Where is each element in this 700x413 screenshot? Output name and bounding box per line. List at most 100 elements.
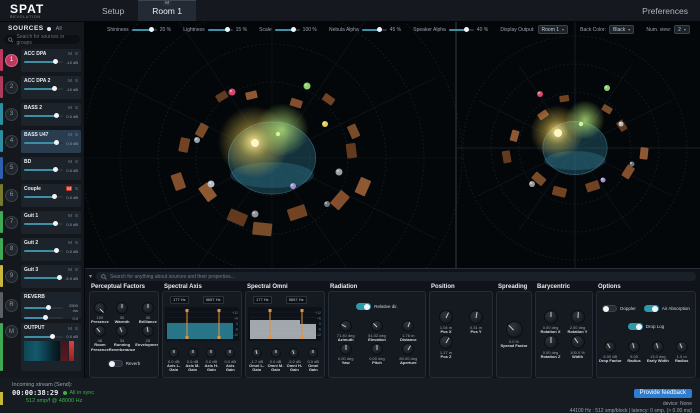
slider-thumb[interactable] <box>53 59 58 64</box>
knob-dial-pitch[interactable] <box>371 343 383 355</box>
speaker-box[interactable] <box>639 147 648 160</box>
speaker-box[interactable] <box>330 190 350 211</box>
source-gain-slider[interactable] <box>24 142 63 144</box>
view-setting-slider-shininess[interactable] <box>132 29 157 31</box>
toggle-switch-air-absorption[interactable] <box>644 305 659 312</box>
source-sphere[interactable] <box>208 181 215 188</box>
knob-dial-rotation-z[interactable] <box>544 335 558 349</box>
scene-view[interactable] <box>85 22 462 268</box>
mute-button[interactable]: M <box>68 105 72 110</box>
preferences-button[interactable]: Preferences <box>642 0 700 21</box>
eq-graph[interactable]: +12+60-6-12 <box>165 307 239 341</box>
source-card[interactable]: OUTPUTMS0.0 dB <box>21 323 81 371</box>
speaker-box[interactable] <box>585 180 601 193</box>
source-row-guit-1[interactable]: 7Guit 1MS0.0 dB <box>0 209 84 235</box>
speaker-box[interactable] <box>178 137 190 153</box>
source-sphere[interactable] <box>252 211 259 218</box>
mute-button[interactable]: M <box>66 186 72 191</box>
knob-dial-spread-factor[interactable] <box>506 321 523 338</box>
knob-dial-omni-h-gain[interactable] <box>289 348 299 358</box>
source-sphere[interactable] <box>537 91 543 97</box>
speaker-box[interactable] <box>502 150 512 163</box>
3d-viewport[interactable]: Shininess20 %Lightness15 %Scale100 %Nebu… <box>85 22 700 268</box>
slider-thumb[interactable] <box>43 315 48 320</box>
mute-button[interactable]: M <box>68 159 72 164</box>
source-row-output[interactable]: MOUTPUTMS0.0 dB <box>0 321 84 373</box>
speaker-box[interactable] <box>195 122 209 138</box>
source-gain-slider[interactable] <box>24 115 63 117</box>
knob-dial-width[interactable] <box>571 335 585 349</box>
source-sphere[interactable] <box>194 137 200 143</box>
solo-button[interactable]: S <box>75 132 78 137</box>
knob-dial-azimuth[interactable] <box>340 320 352 332</box>
slider-thumb[interactable] <box>54 113 59 118</box>
knob-dial-pos-z[interactable] <box>439 335 453 349</box>
speaker-box[interactable] <box>322 93 336 106</box>
source-row-reverb[interactable]: RREVERB2500 ms0.0 <box>0 290 84 320</box>
source-sphere[interactable] <box>630 162 635 167</box>
eq-frequency-value[interactable]: 5657 Hz <box>286 296 307 304</box>
source-gain-slider[interactable] <box>24 223 63 225</box>
source-gain-slider[interactable] <box>24 250 63 252</box>
knob-dial-presence[interactable] <box>94 302 106 314</box>
slider-thumb[interactable] <box>291 27 296 32</box>
knob-dial-omni-m-gain[interactable] <box>271 348 281 358</box>
slider-thumb[interactable] <box>52 194 57 199</box>
sources-filter-all[interactable]: All <box>56 26 62 32</box>
toggle-switch-doppler[interactable] <box>602 305 617 312</box>
source-card[interactable]: BASS 2MS0.0 dB <box>21 103 81 126</box>
view-setting-slider-speaker-alpha[interactable] <box>449 29 474 31</box>
output-gain-slider[interactable] <box>24 336 63 338</box>
scene-3d[interactable] <box>85 22 700 268</box>
mute-button[interactable]: M <box>68 132 72 137</box>
source-sphere[interactable] <box>601 178 606 183</box>
view-select-dropdown-num-view[interactable]: 2▾ <box>674 25 690 34</box>
source-row-bass-2[interactable]: 3BASS 2MS0.0 dB <box>0 101 84 127</box>
solo-button[interactable]: S <box>75 213 78 218</box>
speaker-box[interactable] <box>226 208 248 226</box>
source-row-bd[interactable]: 5BDMS0.0 dB <box>0 155 84 181</box>
source-sphere[interactable] <box>336 169 343 176</box>
eq-frequency-value[interactable]: 5657 Hz <box>203 296 224 304</box>
slider-thumb[interactable] <box>54 248 59 253</box>
knob-dial-aperture[interactable] <box>402 343 414 355</box>
slider-thumb[interactable] <box>57 275 62 280</box>
source-row-couple[interactable]: 6CoupleMS0.0 dB <box>0 182 84 208</box>
view-select-dropdown-back-color[interactable]: Black▾ <box>609 25 634 34</box>
source-sphere[interactable] <box>324 201 330 207</box>
knob-dial-axis-l-gain[interactable] <box>169 348 179 358</box>
knob-dial-warmth[interactable] <box>116 302 128 314</box>
source-card[interactable]: Guit 1MS0.0 dB <box>21 211 81 234</box>
slider-thumb[interactable] <box>52 86 57 91</box>
solo-button[interactable]: S <box>75 326 78 331</box>
source-gain-slider[interactable] <box>24 88 63 90</box>
knob-dial-brilliance[interactable] <box>142 302 154 314</box>
source-row-acc-dpa-2[interactable]: 2ACC DPA 2MS-10 dB <box>0 74 84 100</box>
toggle-switch-reverb[interactable] <box>108 360 123 367</box>
source-card[interactable]: REVERB2500 ms0.0 <box>21 292 81 319</box>
eq-frequency-value[interactable]: 177 Hz <box>170 296 189 304</box>
solo-button[interactable]: S <box>75 78 78 83</box>
knob-dial-early-width[interactable] <box>652 341 664 353</box>
slider-thumb[interactable] <box>54 140 59 145</box>
speaker-box[interactable] <box>215 90 229 102</box>
source-gain-slider[interactable] <box>24 61 63 63</box>
slider-thumb[interactable] <box>50 334 55 339</box>
eq-graph[interactable]: +12+60-6-12 <box>248 307 322 341</box>
solo-button[interactable]: S <box>75 267 78 272</box>
mute-button[interactable]: M <box>68 240 72 245</box>
view-select-dropdown-display-output[interactable]: Room 1▾ <box>538 25 569 34</box>
source-row-guit-2[interactable]: 8Guit 2MS0.0 dB <box>0 236 84 262</box>
source-card[interactable]: ACC DPA 2MS-10 dB <box>21 76 81 99</box>
source-sphere[interactable] <box>229 89 236 96</box>
knob-dial-omni-gain[interactable] <box>308 348 318 358</box>
speaker-box[interactable] <box>287 204 308 221</box>
provide-feedback-button[interactable]: Provide feedback <box>634 389 692 398</box>
knob-dial-envelopment[interactable] <box>142 325 154 337</box>
source-sphere[interactable] <box>604 85 610 91</box>
mute-button[interactable]: M <box>68 267 72 272</box>
speaker-box[interactable] <box>621 164 635 179</box>
mute-button[interactable]: M <box>68 78 72 83</box>
collapse-panel-chevron-icon[interactable]: ▾ <box>89 274 92 280</box>
knob-dial-pos-x[interactable] <box>439 310 453 324</box>
